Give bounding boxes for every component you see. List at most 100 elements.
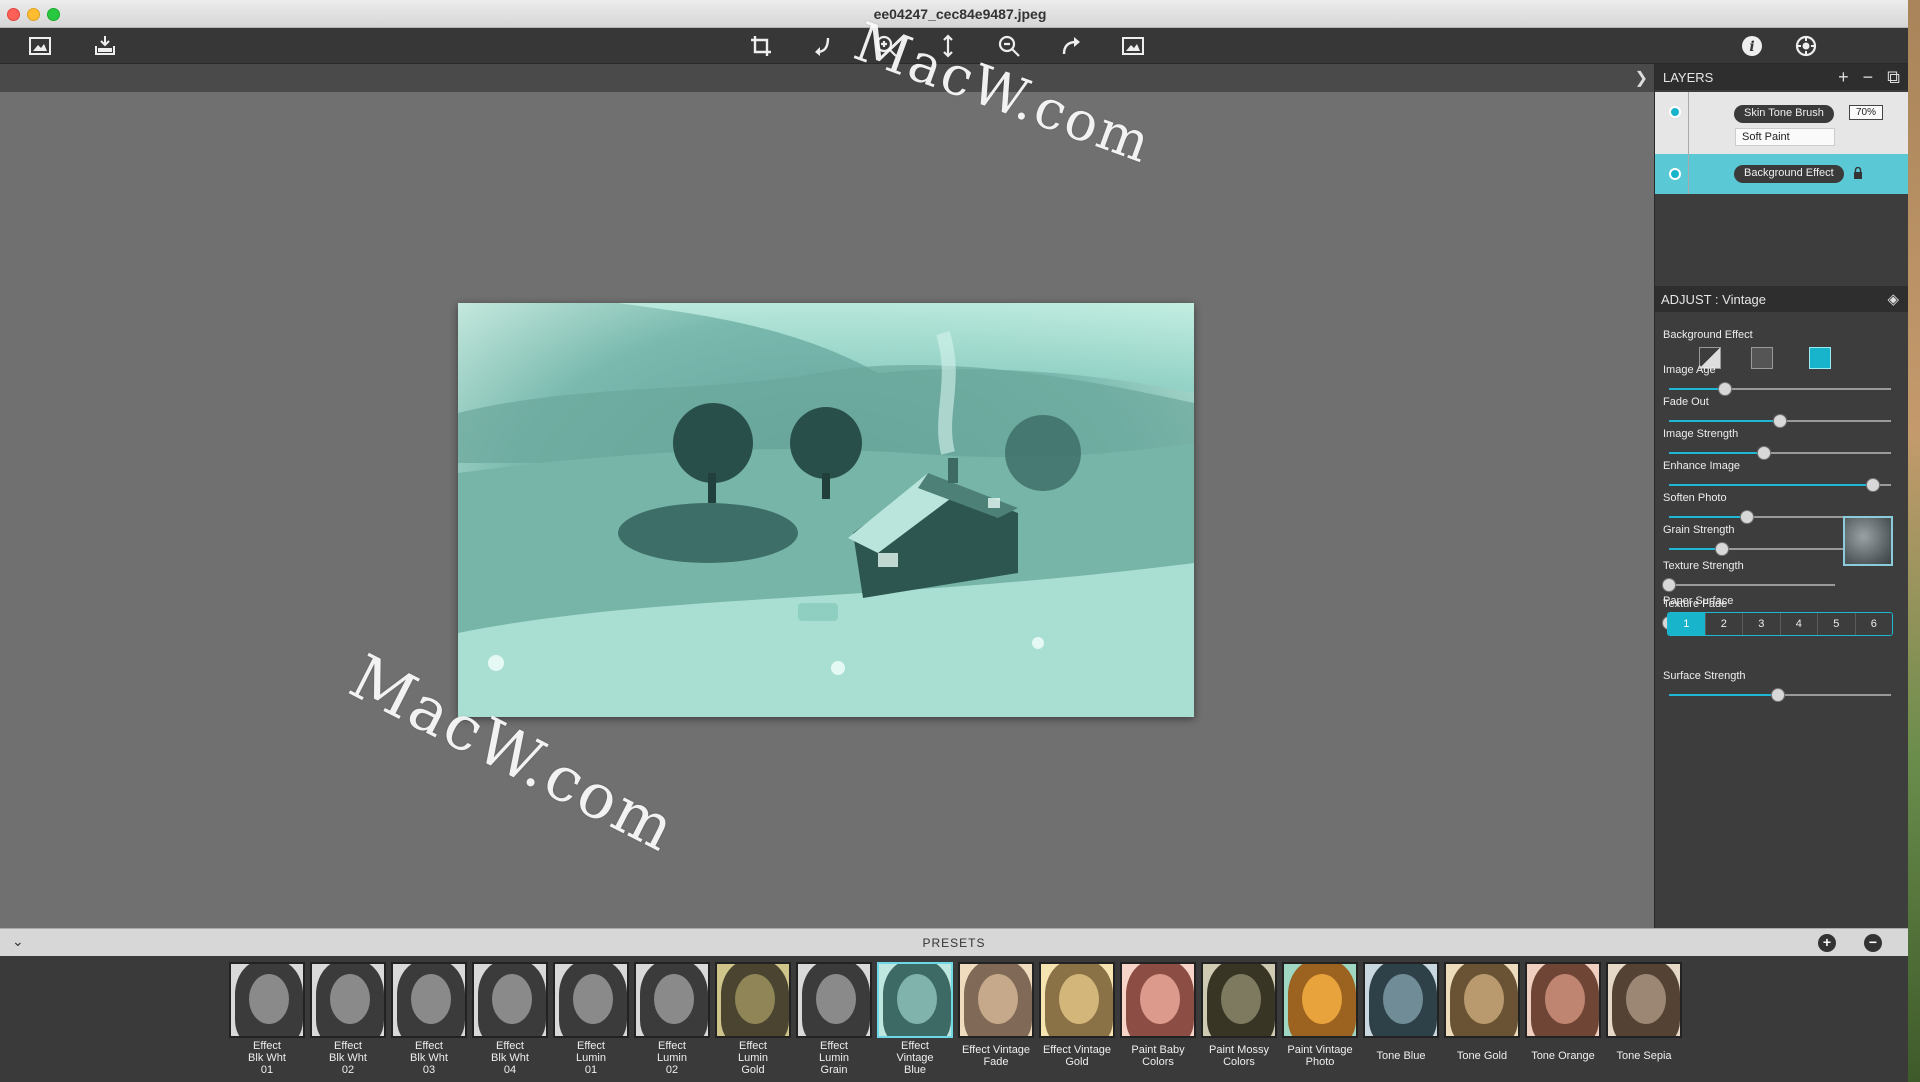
preset-item[interactable]: Effect Blk Wht 02: [310, 962, 386, 1076]
settings-button[interactable]: [1791, 32, 1821, 60]
preset-label-line: Effect Vintage: [1042, 1044, 1112, 1056]
preset-item[interactable]: Tone Orange: [1525, 962, 1601, 1062]
preset-item[interactable]: Tone Gold: [1444, 962, 1520, 1062]
blend-mode-select[interactable]: Soft Paint: [1735, 128, 1835, 146]
preset-label: Tone Orange: [1525, 1050, 1601, 1062]
layer-visibility-toggle[interactable]: [1669, 106, 1681, 118]
effect-mode-solid-icon[interactable]: [1809, 347, 1831, 369]
export-icon: [95, 36, 115, 55]
export-button[interactable]: [90, 32, 120, 60]
slider-knob[interactable]: [1866, 478, 1881, 492]
preset-thumbnail: [553, 962, 629, 1038]
preset-item[interactable]: Tone Blue: [1363, 962, 1439, 1062]
remove-layer-icon[interactable]: −: [1863, 67, 1874, 88]
preset-item[interactable]: Effect Vintage Fade: [958, 962, 1034, 1068]
layer-row[interactable]: Background Effect: [1655, 154, 1909, 194]
slider-track[interactable]: [1669, 478, 1891, 492]
preset-label-line: 04: [503, 1064, 517, 1076]
texture-swatch[interactable]: [1843, 516, 1893, 566]
info-icon: i: [1742, 36, 1762, 56]
preset-label: Paint Mossy Colors: [1201, 1044, 1277, 1068]
slider-track[interactable]: [1669, 414, 1891, 428]
duplicate-layer-icon[interactable]: ⧉: [1887, 67, 1900, 88]
preset-item[interactable]: Paint Baby Colors: [1120, 962, 1196, 1068]
preset-item[interactable]: Effect Blk Wht 03: [391, 962, 467, 1076]
preset-thumbnail: [877, 962, 953, 1038]
thumbnail-face: [816, 974, 856, 1024]
zoom-out-icon: [998, 35, 1020, 57]
slider-track[interactable]: [1662, 578, 1835, 592]
slider-label: Enhance Image: [1663, 460, 1741, 472]
preset-label-line: Paint Baby: [1131, 1044, 1185, 1056]
undo-button[interactable]: [809, 32, 839, 60]
preset-label-line: Effect: [658, 1040, 686, 1052]
lock-icon[interactable]: [1853, 167, 1863, 179]
preset-label-line: Paint Mossy: [1209, 1044, 1269, 1056]
remove-preset-button[interactable]: −: [1864, 934, 1882, 952]
preset-label-line: Colors: [1223, 1056, 1255, 1068]
redo-button[interactable]: [1056, 32, 1086, 60]
slider-track[interactable]: [1669, 688, 1891, 702]
chevron-right-icon[interactable]: ❯: [1635, 68, 1648, 88]
layer-name[interactable]: Background Effect: [1734, 165, 1844, 183]
reset-icon[interactable]: ◈: [1887, 290, 1899, 308]
preset-label-line: Lumin: [819, 1052, 849, 1064]
toolbar: i: [0, 28, 1920, 64]
layer-name[interactable]: Skin Tone Brush: [1734, 105, 1834, 123]
preset-item[interactable]: Effect Blk Wht 04: [472, 962, 548, 1076]
paper-surface-option[interactable]: 3: [1743, 613, 1781, 635]
slider-knob[interactable]: [1773, 414, 1787, 428]
slider-fill: [1669, 516, 1747, 518]
preset-item[interactable]: Effect Blk Wht 01: [229, 962, 305, 1076]
redo-icon: [1062, 37, 1080, 55]
zoom-in-button[interactable]: [871, 32, 901, 60]
preset-thumbnail: [796, 962, 872, 1038]
paper-surface-option[interactable]: 1: [1668, 613, 1706, 635]
zoom-fit-button[interactable]: [933, 32, 963, 60]
layers-header: LAYERS + − ⧉: [1655, 64, 1908, 90]
layer-visibility-toggle[interactable]: [1669, 168, 1681, 180]
preset-label-line: Paint Vintage: [1287, 1044, 1353, 1056]
paper-surface-option[interactable]: 4: [1780, 613, 1818, 635]
preset-label-line: Effect: [901, 1040, 929, 1052]
title-bar: ee04247_cec84e9487.jpeg: [0, 0, 1920, 28]
open-image-button[interactable]: [25, 32, 55, 60]
add-preset-button[interactable]: +: [1818, 934, 1836, 952]
paper-surface-option[interactable]: 6: [1855, 613, 1892, 635]
slider-knob[interactable]: [1715, 542, 1730, 556]
paper-surface-option[interactable]: 5: [1818, 613, 1856, 635]
preset-item[interactable]: Effect Lumin 01: [553, 962, 629, 1076]
preset-item[interactable]: Effect Lumin Grain: [796, 962, 872, 1076]
preset-item[interactable]: Tone Sepia: [1606, 962, 1682, 1062]
thumbnail-face: [492, 974, 532, 1024]
slider-track[interactable]: [1669, 446, 1891, 460]
info-button[interactable]: i: [1737, 32, 1767, 60]
slider-knob[interactable]: [1739, 510, 1754, 524]
effect-mode-texture-icon[interactable]: [1751, 347, 1773, 369]
preset-item[interactable]: Effect Vintage Blue: [877, 962, 953, 1076]
preset-item[interactable]: Paint Vintage Photo: [1282, 962, 1358, 1068]
add-layer-icon[interactable]: +: [1838, 67, 1849, 88]
slider-knob[interactable]: [1717, 382, 1732, 396]
image-canvas[interactable]: [0, 92, 1654, 928]
preset-label: Effect Lumin Gold: [715, 1040, 791, 1076]
preset-item[interactable]: Paint Mossy Colors: [1201, 962, 1277, 1068]
slider-knob[interactable]: [1662, 578, 1676, 592]
preset-thumbnail: [1120, 962, 1196, 1038]
preset-label-line: Blue: [903, 1064, 927, 1076]
slider-knob[interactable]: [1770, 688, 1785, 702]
preset-item[interactable]: Effect Vintage Gold: [1039, 962, 1115, 1068]
zoom-out-button[interactable]: [994, 32, 1024, 60]
layer-opacity[interactable]: 70%: [1849, 105, 1883, 120]
crop-button[interactable]: [746, 32, 776, 60]
preset-label-line: Effect Vintage: [961, 1044, 1031, 1056]
paper-surface-option[interactable]: 2: [1705, 613, 1743, 635]
compare-button[interactable]: [1118, 32, 1148, 60]
preset-item[interactable]: Effect Lumin Gold: [715, 962, 791, 1076]
layer-row[interactable]: Skin Tone Brush 70% Soft Paint: [1655, 92, 1909, 154]
slider-knob[interactable]: [1757, 446, 1772, 460]
slider-fill: [1669, 548, 1723, 550]
slider-track[interactable]: [1669, 382, 1891, 396]
preset-item[interactable]: Effect Lumin 02: [634, 962, 710, 1076]
preset-thumbnail: [1201, 962, 1277, 1038]
